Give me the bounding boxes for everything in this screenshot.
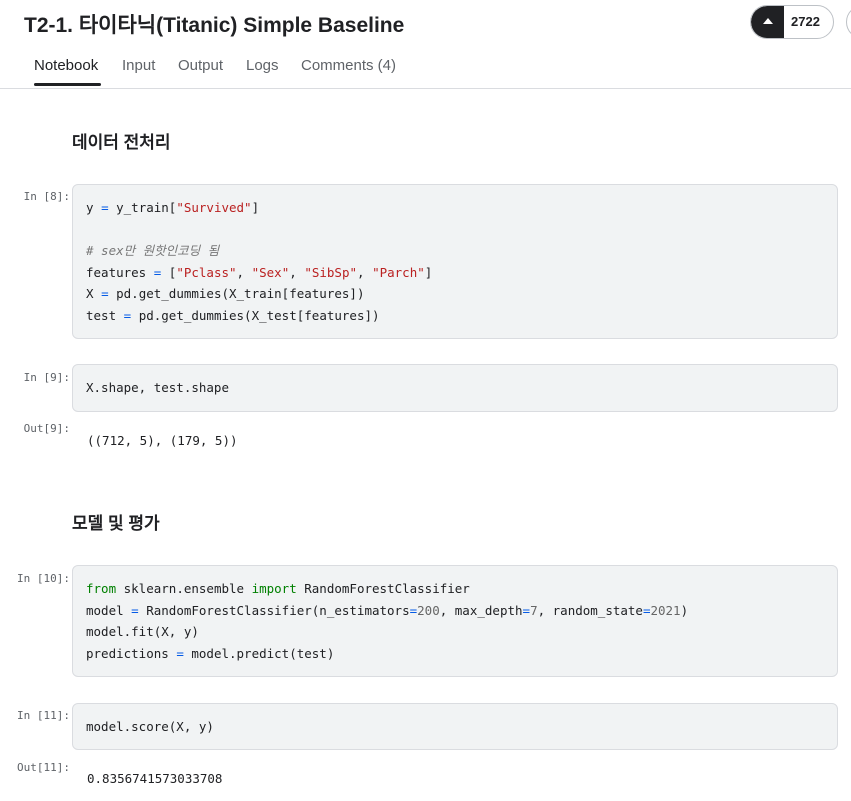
tab-output[interactable]: Output [178,57,223,74]
code-cell[interactable]: y = y_train["Survived"] # sex만 원핫인코딩 됨 f… [72,184,838,339]
code-block: y = y_train["Survived"] # sex만 원핫인코딩 됨 f… [86,197,432,326]
tab-comments[interactable]: Comments (4) [301,57,396,74]
code-block: model.score(X, y) [86,716,214,738]
code-line: model = RandomForestClassifier(n_estimat… [86,602,689,618]
cell-output: ((712, 5), (179, 5)) [87,433,238,448]
cell-prompt: In [9]: [23,371,70,384]
upvote-control[interactable]: 2722 [750,5,834,39]
code-line: model.score(X, y) [86,719,214,734]
notebook-title: T2-1. 타이타닉(Titanic) Simple Baseline [24,14,405,37]
tab-logs[interactable]: Logs [246,57,279,74]
notebook-header: T2-1. 타이타닉(Titanic) Simple Baseline 2722… [0,0,851,89]
code-line: features = ["Pclass", "Sex", "SibSp", "P… [86,264,433,280]
code-line: X.shape, test.shape [86,380,229,395]
cell-prompt: In [8]: [23,190,70,203]
code-block: from sklearn.ensemble import RandomFores… [86,578,688,664]
vote-count: 2722 [791,14,820,29]
code-comment: # sex만 원핫인코딩 됨 [86,243,220,258]
section-heading: 데이터 전처리 [72,133,171,152]
upvote-button[interactable] [751,6,784,38]
arrow-up-icon [763,18,773,24]
cell-prompt: In [10]: [17,572,70,585]
more-options-button[interactable] [846,5,851,39]
code-line: X = pd.get_dummies(X_train[features]) [86,286,365,301]
cell-prompt: In [11]: [17,709,70,722]
code-line: model.fit(X, y) [86,624,199,639]
output-prompt: Out[9]: [23,422,70,435]
code-line: from sklearn.ensemble import RandomFores… [86,581,470,596]
tab-input[interactable]: Input [122,57,155,74]
code-line: y = y_train["Survived"] [86,200,260,215]
code-line: predictions = model.predict(test) [86,645,335,661]
code-cell[interactable]: X.shape, test.shape [72,364,838,412]
code-block: X.shape, test.shape [86,377,229,399]
output-prompt: Out[11]: [17,761,70,774]
code-cell[interactable]: model.score(X, y) [72,703,838,750]
code-cell[interactable]: from sklearn.ensemble import RandomFores… [72,565,838,677]
section-heading: 모델 및 평가 [72,514,160,533]
active-tab-indicator [34,83,101,86]
code-line: test = pd.get_dummies(X_test[features]) [86,307,380,323]
tab-notebook[interactable]: Notebook [34,57,98,74]
cell-output: 0.8356741573033708 [87,771,223,786]
